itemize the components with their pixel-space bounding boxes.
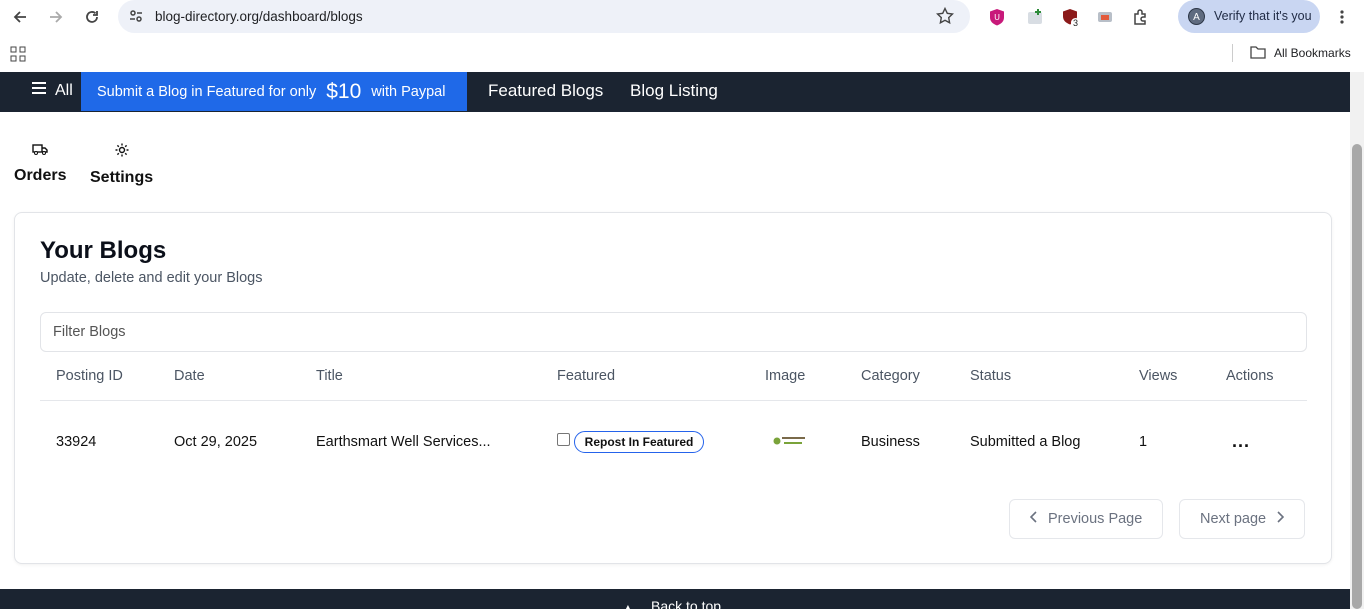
bookmarks-bar: All Bookmarks <box>0 34 1364 72</box>
page-subtitle: Update, delete and edit your Blogs <box>40 270 263 286</box>
extensions-puzzle-icon[interactable] <box>1130 6 1152 28</box>
tab-settings[interactable]: Settings <box>90 142 153 187</box>
forward-icon[interactable] <box>43 4 69 30</box>
filter-blogs-input[interactable] <box>40 312 1307 352</box>
header-views[interactable]: Views <box>1139 368 1177 384</box>
next-page-button[interactable]: Next page <box>1179 499 1306 539</box>
reload-icon[interactable] <box>79 4 105 30</box>
tab-settings-label: Settings <box>90 169 154 186</box>
next-page-label: Next page <box>1200 511 1267 527</box>
bookmarks-divider <box>1232 44 1233 62</box>
extension-plus-icon[interactable] <box>1024 6 1046 28</box>
header-featured[interactable]: Featured <box>557 368 615 384</box>
footer-bar: ▲ Back to top <box>0 589 1350 615</box>
shield-extension-icon[interactable]: 3 <box>1059 6 1081 28</box>
avatar: A <box>1188 8 1205 25</box>
blog-thumbnail <box>773 433 807 449</box>
scrollbar-thumb[interactable] <box>1352 144 1362 609</box>
featured-checkbox[interactable] <box>557 433 570 446</box>
row-actions-menu-icon[interactable]: ... <box>1232 431 1250 452</box>
back-to-top-link[interactable]: Back to top <box>651 598 721 614</box>
all-menu-button[interactable]: All <box>31 81 73 100</box>
apps-grid-icon[interactable] <box>10 46 26 67</box>
repost-in-featured-button[interactable]: Repost In Featured <box>574 431 704 453</box>
cast-extension-icon[interactable] <box>1094 6 1116 28</box>
header-status[interactable]: Status <box>970 368 1011 384</box>
chevron-up-icon: ▲ <box>622 601 634 615</box>
page-title: Your Blogs <box>40 237 167 264</box>
cell-posting-id: 33924 <box>56 434 97 450</box>
profile-verify-button[interactable]: A Verify that it's you <box>1178 0 1320 33</box>
header-posting-id[interactable]: Posting ID <box>56 368 123 384</box>
extension-badge: 3 <box>1071 18 1081 28</box>
bookmark-star-icon[interactable] <box>935 6 955 30</box>
previous-page-label: Previous Page <box>1048 511 1143 527</box>
gear-icon <box>114 142 130 163</box>
address-bar[interactable]: blog-directory.org/dashboard/blogs <box>118 0 970 33</box>
nav-featured-blogs[interactable]: Featured Blogs <box>488 81 603 101</box>
cell-category: Business <box>861 434 920 450</box>
hamburger-icon <box>31 81 47 100</box>
cell-status: Submitted a Blog <box>970 434 1081 450</box>
chevron-right-icon <box>1276 511 1285 527</box>
browser-menu-icon[interactable] <box>1331 6 1353 28</box>
svg-text:U: U <box>994 13 1000 22</box>
promo-suffix: with Paypal <box>371 83 446 100</box>
url-text[interactable]: blog-directory.org/dashboard/blogs <box>155 9 363 24</box>
all-bookmarks-link[interactable]: All Bookmarks <box>1274 46 1351 60</box>
ublock-icon[interactable]: U <box>986 6 1008 28</box>
back-icon[interactable] <box>7 4 33 30</box>
cell-title[interactable]: Earthsmart Well Services... <box>316 434 491 450</box>
chevron-left-icon <box>1029 511 1038 527</box>
nav-blog-listing[interactable]: Blog Listing <box>630 81 718 101</box>
site-info-icon[interactable] <box>128 8 144 29</box>
blogs-card: Your Blogs Update, delete and edit your … <box>14 212 1332 564</box>
promo-price: $10 <box>326 79 362 103</box>
header-category[interactable]: Category <box>861 368 920 384</box>
header-title[interactable]: Title <box>316 368 343 384</box>
browser-toolbar: blog-directory.org/dashboard/blogs U 3 A… <box>0 0 1364 34</box>
promo-paypal-button[interactable]: Submit a Blog in Featured for only $10 w… <box>81 72 467 111</box>
verify-label: Verify that it's you <box>1214 9 1312 23</box>
promo-prefix: Submit a Blog in Featured for only <box>97 83 317 100</box>
header-date[interactable]: Date <box>174 368 205 384</box>
cell-date: Oct 29, 2025 <box>174 434 258 450</box>
site-nav-bar: All Submit a Blog in Featured for only $… <box>0 72 1350 112</box>
cell-views: 1 <box>1139 434 1148 450</box>
header-image[interactable]: Image <box>765 368 805 384</box>
all-menu-label: All <box>55 81 73 99</box>
folder-icon <box>1250 45 1266 64</box>
tab-orders-label: Orders <box>14 167 67 184</box>
tab-orders[interactable]: Orders <box>14 142 66 185</box>
header-actions: Actions <box>1226 368 1274 384</box>
table-divider <box>40 400 1307 401</box>
truck-icon <box>32 142 48 161</box>
previous-page-button[interactable]: Previous Page <box>1009 499 1164 539</box>
